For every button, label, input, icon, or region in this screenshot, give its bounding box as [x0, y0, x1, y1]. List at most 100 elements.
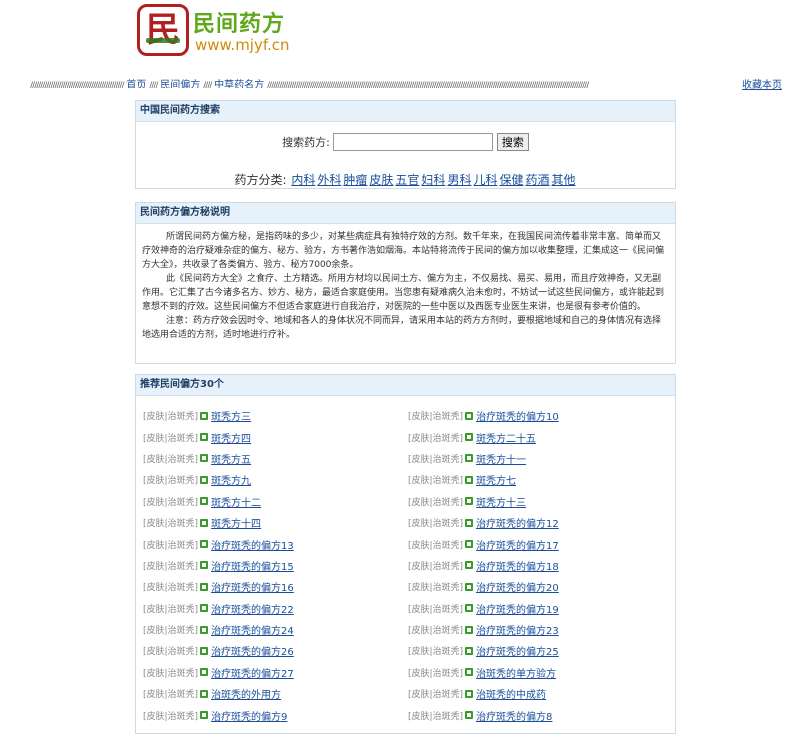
bullet-icon: [465, 604, 474, 613]
bookmark-link[interactable]: 收藏本页: [742, 76, 782, 91]
bullet-icon: [465, 454, 474, 463]
remedy-link[interactable]: 治疗斑秃的偏方10: [476, 408, 559, 423]
bullet-icon: [465, 711, 474, 720]
remedy-link[interactable]: 治疗斑秃的偏方15: [211, 558, 294, 573]
breadcrumb-nav: ////////////////////////////////////////…: [30, 76, 782, 88]
list-row: [皮肤|治斑秃] 斑秃方十四 [皮肤|治斑秃] 治疗斑秃的偏方12: [143, 512, 673, 533]
list-item: [皮肤|治斑秃] 斑秃方九: [143, 469, 408, 490]
remedy-link[interactable]: 治疗斑秃的偏方19: [476, 601, 559, 616]
bullet-icon: [200, 625, 209, 634]
category-row: 药方分类: 内科 外科 肿瘤 皮肤 五官 妇科 男科 儿科 保健 药酒 其他: [136, 171, 675, 188]
intro-panel: 民间药方偏方秘说明 所谓民间药方偏方秘，是指药味的多少，对某些病症具有独特疗效的…: [135, 202, 676, 364]
remedy-link[interactable]: 治疗斑秃的偏方9: [211, 708, 287, 723]
remedy-link[interactable]: 治疗斑秃的偏方27: [211, 665, 294, 680]
category-tag: [皮肤|治斑秃]: [408, 476, 464, 487]
remedy-link[interactable]: 斑秃方二十五: [476, 430, 536, 445]
remedy-link[interactable]: 治疗斑秃的偏方17: [476, 537, 559, 552]
list-row: [皮肤|治斑秃] 治斑秃的外用方 [皮肤|治斑秃] 治斑秃的中成药: [143, 683, 673, 704]
list-row: [皮肤|治斑秃] 治疗斑秃的偏方9 [皮肤|治斑秃] 治疗斑秃的偏方8: [143, 704, 673, 725]
remedy-link[interactable]: 治疗斑秃的偏方16: [211, 579, 294, 594]
remedy-link[interactable]: 治疗斑秃的偏方20: [476, 579, 559, 594]
list-row: [皮肤|治斑秃] 治疗斑秃的偏方22 [皮肤|治斑秃] 治疗斑秃的偏方19: [143, 598, 673, 619]
remedy-link[interactable]: 斑秃方三: [211, 408, 251, 423]
category-link[interactable]: 男科: [447, 173, 471, 187]
category-tag: [皮肤|治斑秃]: [408, 540, 464, 551]
list-item: [皮肤|治斑秃] 治疗斑秃的偏方8: [408, 704, 673, 725]
list-item: [皮肤|治斑秃] 治斑秃的单方验方: [408, 662, 673, 683]
remedy-link[interactable]: 斑秃方九: [211, 472, 251, 487]
remedy-link[interactable]: 斑秃方七: [476, 472, 516, 487]
search-label: 搜索药方:: [282, 136, 330, 149]
category-tag: [皮肤|治斑秃]: [408, 454, 464, 465]
remedy-link[interactable]: 治疗斑秃的偏方8: [476, 708, 552, 723]
remedy-link[interactable]: 治疗斑秃的偏方18: [476, 558, 559, 573]
nav-herbal-link[interactable]: 中草药名方: [214, 80, 264, 88]
list-item: [皮肤|治斑秃] 治疗斑秃的偏方27: [143, 662, 408, 683]
category-tag: [皮肤|治斑秃]: [408, 497, 464, 508]
category-tag: [皮肤|治斑秃]: [408, 690, 464, 701]
list-item: [皮肤|治斑秃] 治疗斑秃的偏方20: [408, 576, 673, 597]
list-item: [皮肤|治斑秃] 治疗斑秃的偏方22: [143, 598, 408, 619]
remedy-link[interactable]: 治斑秃的外用方: [211, 686, 281, 701]
site-logo[interactable]: 民 民间药方 www.mjyf.cn: [137, 2, 297, 62]
category-link[interactable]: 其他: [552, 173, 576, 187]
remedy-link[interactable]: 治斑秃的中成药: [476, 686, 546, 701]
category-tag: [皮肤|治斑秃]: [408, 668, 464, 679]
category-link[interactable]: 保健: [499, 173, 523, 187]
remedy-link[interactable]: 斑秃方十三: [476, 494, 526, 509]
category-tag: [皮肤|治斑秃]: [408, 626, 464, 637]
bullet-icon: [200, 454, 209, 463]
bullet-icon: [465, 411, 474, 420]
bullet-icon: [465, 582, 474, 591]
category-tag: [皮肤|治斑秃]: [143, 476, 199, 487]
search-input[interactable]: [333, 133, 494, 151]
remedy-link[interactable]: 斑秃方十一: [476, 451, 526, 466]
category-link[interactable]: 皮肤: [369, 173, 393, 187]
remedy-link[interactable]: 治疗斑秃的偏方26: [211, 643, 294, 658]
category-link[interactable]: 妇科: [421, 173, 445, 187]
category-tag: [皮肤|治斑秃]: [143, 647, 199, 658]
list-item: [皮肤|治斑秃] 治斑秃的中成药: [408, 683, 673, 704]
category-tag: [皮肤|治斑秃]: [408, 583, 464, 594]
nav-folk-link[interactable]: 民间偏方: [160, 80, 200, 88]
remedy-link[interactable]: 斑秃方四: [211, 430, 251, 445]
category-tag: [皮肤|治斑秃]: [143, 519, 199, 530]
category-link[interactable]: 五官: [395, 173, 419, 187]
search-button[interactable]: 搜索: [496, 133, 529, 151]
remedy-link[interactable]: 斑秃方十四: [211, 515, 261, 530]
recommend-panel-title: 推荐民间偏方30个: [136, 375, 675, 396]
logo-seal-icon: 民: [137, 4, 189, 56]
remedy-link[interactable]: 治疗斑秃的偏方12: [476, 515, 559, 530]
bullet-icon: [465, 668, 474, 677]
bullet-icon: [465, 689, 474, 698]
bullet-icon: [465, 561, 474, 570]
remedy-link[interactable]: 斑秃方五: [211, 451, 251, 466]
bullet-icon: [465, 646, 474, 655]
list-item: [皮肤|治斑秃] 治疗斑秃的偏方12: [408, 512, 673, 533]
list-item: [皮肤|治斑秃] 斑秃方三: [143, 405, 408, 426]
remedy-link[interactable]: 治疗斑秃的偏方22: [211, 601, 294, 616]
intro-paragraph-1: 所谓民间药方偏方秘，是指药味的多少，对某些病症具有独特疗效的方剂。数千年来，在我…: [142, 232, 665, 270]
category-link[interactable]: 内科: [291, 173, 315, 187]
bullet-icon: [465, 475, 474, 484]
category-link[interactable]: 肿瘤: [343, 173, 367, 187]
bullet-icon: [200, 433, 209, 442]
category-link[interactable]: 药酒: [525, 173, 549, 187]
remedy-link[interactable]: 治疗斑秃的偏方13: [211, 537, 294, 552]
remedy-link[interactable]: 治斑秃的单方验方: [476, 665, 556, 680]
intro-paragraph-3: 注意：药方疗效会因时令、地域和各人的身体状况不同而异，请采用本站的药方方剂时，要…: [142, 316, 662, 340]
list-item: [皮肤|治斑秃] 治疗斑秃的偏方18: [408, 555, 673, 576]
category-tag: [皮肤|治斑秃]: [143, 497, 199, 508]
remedy-link[interactable]: 治疗斑秃的偏方24: [211, 622, 294, 637]
category-link[interactable]: 儿科: [473, 173, 497, 187]
list-row: [皮肤|治斑秃] 治疗斑秃的偏方15 [皮肤|治斑秃] 治疗斑秃的偏方18: [143, 555, 673, 576]
list-row: [皮肤|治斑秃] 治疗斑秃的偏方24 [皮肤|治斑秃] 治疗斑秃的偏方23: [143, 619, 673, 640]
category-link[interactable]: 外科: [317, 173, 341, 187]
remedy-link[interactable]: 治疗斑秃的偏方23: [476, 622, 559, 637]
nav-home-link[interactable]: 首页: [126, 80, 146, 88]
remedy-link[interactable]: 治疗斑秃的偏方25: [476, 643, 559, 658]
list-item: [皮肤|治斑秃] 斑秃方四: [143, 426, 408, 447]
list-item: [皮肤|治斑秃] 治斑秃的外用方: [143, 683, 408, 704]
list-item: [皮肤|治斑秃] 治疗斑秃的偏方24: [143, 619, 408, 640]
remedy-link[interactable]: 斑秃方十二: [211, 494, 261, 509]
